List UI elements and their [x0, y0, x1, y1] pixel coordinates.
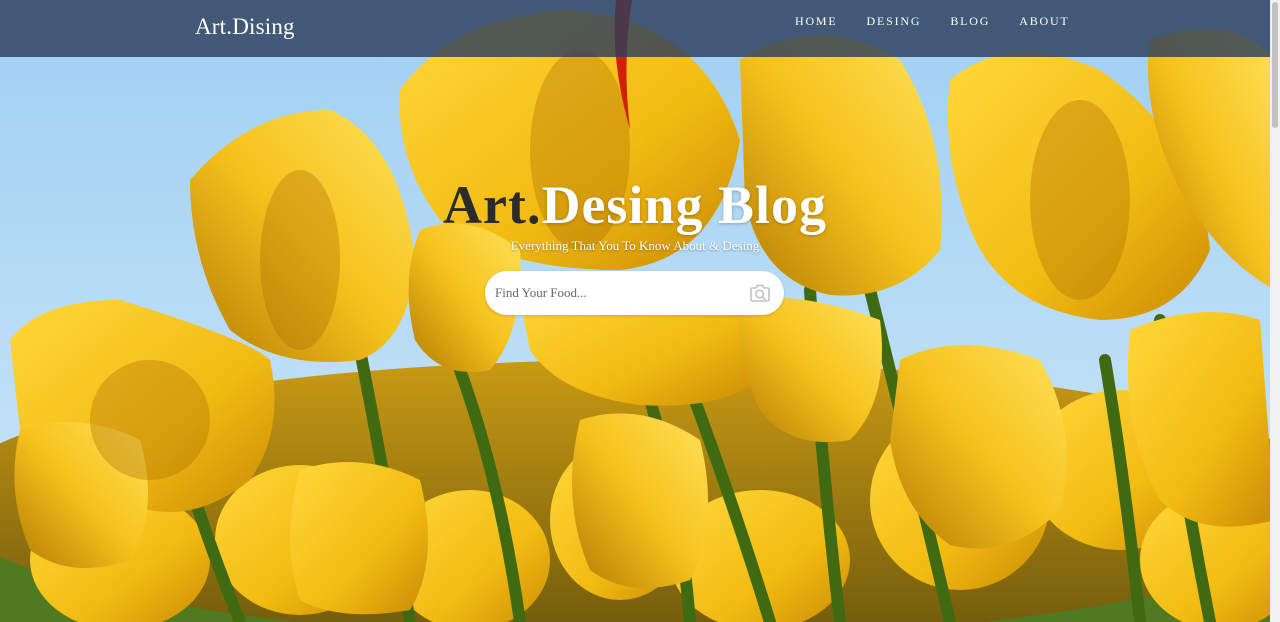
hero-subtitle: Everything That You To Know About & Desi… [510, 238, 760, 253]
page: Art.Dising HOME DESING BLOG ABOUT Art.De… [0, 0, 1280, 622]
page-scrollbar[interactable] [1270, 0, 1280, 622]
search-bar [485, 271, 784, 315]
search-input[interactable] [495, 271, 735, 315]
site-logo[interactable]: Art.Dising [195, 14, 295, 40]
camera-search-icon[interactable] [749, 283, 771, 303]
nav-item-about[interactable]: ABOUT [1019, 14, 1069, 29]
hero-title-accent: Art. [443, 175, 542, 235]
nav-item-home[interactable]: HOME [795, 14, 838, 29]
nav-item-desing[interactable]: DESING [867, 14, 922, 29]
scrollbar-thumb[interactable] [1272, 2, 1278, 128]
hero-title-rest: Desing Blog [541, 175, 827, 235]
nav-menu: HOME DESING BLOG ABOUT [795, 14, 1099, 29]
nav-item-blog[interactable]: BLOG [950, 14, 990, 29]
top-navbar: Art.Dising HOME DESING BLOG ABOUT [0, 0, 1270, 57]
hero-title: Art.Desing Blog [0, 174, 1270, 236]
